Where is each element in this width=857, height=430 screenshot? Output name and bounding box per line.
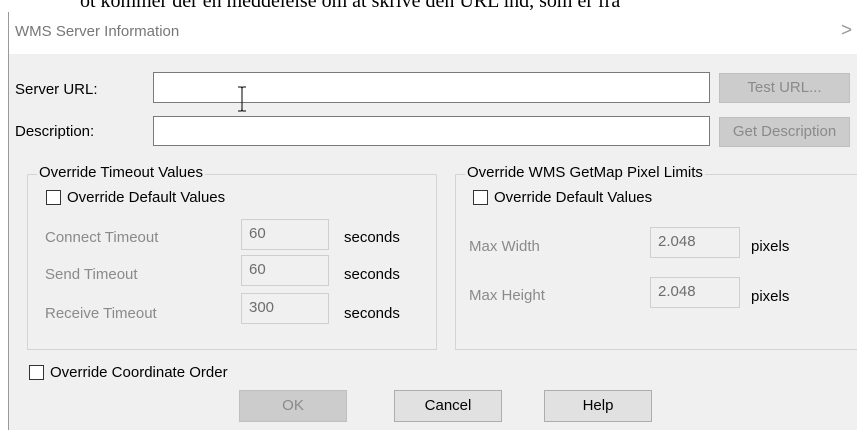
timeout-override-checkbox[interactable]	[46, 190, 61, 205]
dialog-title: WMS Server Information	[15, 23, 180, 40]
send-timeout-unit: seconds	[344, 266, 400, 283]
test-url-button[interactable]: Test URL...	[719, 73, 850, 103]
max-width-label: Max Width	[469, 238, 540, 255]
server-url-label: Server URL:	[15, 81, 98, 98]
pixel-override-checkbox[interactable]	[473, 190, 488, 205]
max-width-unit: pixels	[751, 238, 790, 255]
cancel-button[interactable]: Cancel	[394, 390, 502, 422]
get-description-button[interactable]: Get Description	[719, 117, 850, 147]
pixel-override-label[interactable]: Override Default Values	[494, 189, 652, 206]
description-label: Description:	[15, 123, 95, 140]
pixel-limits-group-legend: Override WMS GetMap Pixel Limits	[465, 164, 705, 181]
background-document-strip: ot kommer der en meddelelse om at skrive…	[0, 0, 857, 12]
receive-timeout-input[interactable]: 300	[241, 293, 329, 324]
ok-button[interactable]: OK	[239, 390, 347, 422]
max-height-label: Max Height	[469, 287, 545, 304]
max-height-input[interactable]: 2.048	[650, 277, 740, 308]
connect-timeout-label: Connect Timeout	[45, 229, 159, 246]
description-input[interactable]	[153, 116, 710, 146]
send-timeout-input[interactable]: 60	[241, 255, 329, 286]
coordinate-order-label[interactable]: Override Coordinate Order	[50, 364, 228, 381]
close-icon[interactable]: >	[841, 20, 852, 42]
max-height-unit: pixels	[751, 288, 790, 305]
timeout-override-label[interactable]: Override Default Values	[67, 189, 225, 206]
coordinate-order-checkbox[interactable]	[29, 365, 44, 380]
receive-timeout-unit: seconds	[344, 305, 400, 322]
timeout-group-legend: Override Timeout Values	[37, 164, 205, 181]
connect-timeout-input[interactable]: 60	[241, 219, 329, 250]
title-bar: WMS Server Information >	[9, 12, 857, 54]
i-beam-cursor-icon	[238, 86, 246, 112]
background-text: ot kommer der en meddelelse om at skrive…	[80, 0, 621, 12]
help-button[interactable]: Help	[544, 390, 652, 422]
max-width-input[interactable]: 2.048	[650, 227, 740, 258]
wms-server-information-dialog: WMS Server Information > Server URL: Tes…	[8, 12, 857, 430]
send-timeout-label: Send Timeout	[45, 266, 138, 283]
receive-timeout-label: Receive Timeout	[45, 305, 157, 322]
connect-timeout-unit: seconds	[344, 229, 400, 246]
